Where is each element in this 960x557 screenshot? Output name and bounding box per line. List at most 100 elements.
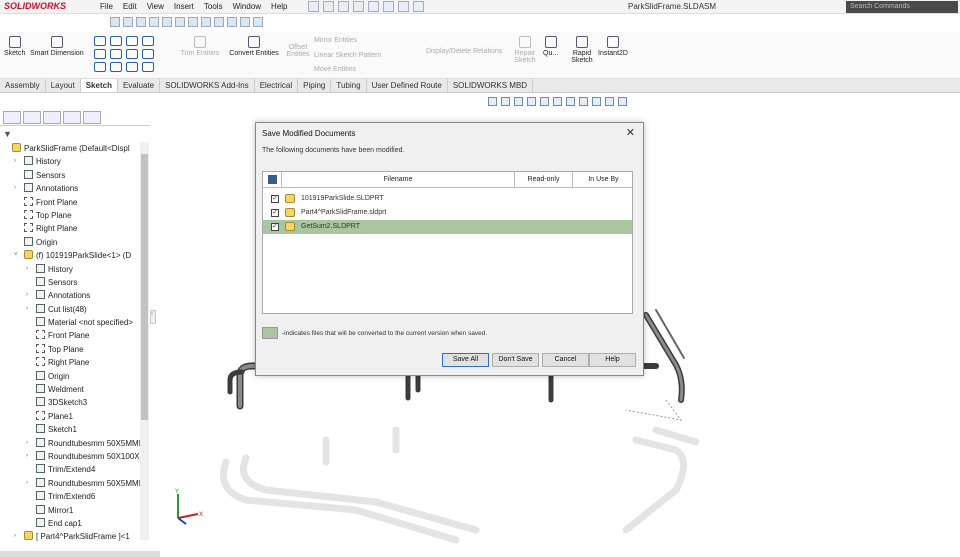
quick-snaps-button[interactable]: Qu... xyxy=(543,36,558,57)
property-manager-tab-icon[interactable] xyxy=(23,111,41,124)
tab-evaluate[interactable]: Evaluate xyxy=(118,79,161,92)
tree-item[interactable]: Sensors xyxy=(0,169,140,182)
expand-icon[interactable]: › xyxy=(14,530,20,542)
pan-icon[interactable] xyxy=(123,17,133,27)
rapid-sketch-button[interactable]: Rapid Sketch xyxy=(570,36,594,64)
section-icon[interactable] xyxy=(149,17,159,27)
tree-scrollbar[interactable] xyxy=(140,142,149,540)
move-entities-button[interactable]: Move Entities xyxy=(314,66,356,73)
expand-icon[interactable]: › xyxy=(26,303,32,316)
column-filename[interactable]: Filename xyxy=(282,172,515,188)
expand-icon[interactable]: › xyxy=(26,289,32,302)
sketch-button[interactable]: Sketch xyxy=(4,36,25,57)
tree-item[interactable]: › Roundtubesmm 50X100X5 xyxy=(0,450,140,463)
display-style-icon[interactable] xyxy=(566,97,575,106)
text-icon[interactable] xyxy=(126,62,138,72)
save-icon[interactable] xyxy=(338,1,349,12)
view-icon[interactable] xyxy=(136,17,146,27)
expand-icon[interactable]: › xyxy=(14,182,20,195)
search-commands-input[interactable]: Search Commands xyxy=(846,1,958,13)
circle-icon[interactable] xyxy=(110,36,122,46)
tab-electrical[interactable]: Electrical xyxy=(255,79,299,92)
tree-item[interactable]: Top Plane xyxy=(0,343,140,356)
convert-entities-button[interactable]: Convert Entities xyxy=(226,36,282,57)
tree-item[interactable]: › Roundtubesmm 50X5MMR xyxy=(0,477,140,490)
tree-item[interactable]: ˅ (f) 101919ParkSlide<1> (D xyxy=(0,249,140,262)
menu-insert[interactable]: Insert xyxy=(174,2,194,11)
tree-item[interactable]: › Cut list(48) xyxy=(0,303,140,316)
tree-item[interactable]: Trim/Extend4 xyxy=(0,463,140,476)
options-icon[interactable] xyxy=(413,1,424,12)
expand-icon[interactable]: ˅ xyxy=(14,249,20,262)
repair-sketch-button[interactable]: Repair Sketch xyxy=(512,36,538,64)
expand-icon[interactable]: › xyxy=(26,263,32,276)
column-in-use-by[interactable]: In Use By xyxy=(573,172,634,188)
document-row[interactable]: ✓ 101919ParkSlide.SLDPRT xyxy=(263,192,632,206)
zoom-to-fit-icon[interactable] xyxy=(488,97,497,106)
instant2d-button[interactable]: Instant2D xyxy=(598,36,628,57)
fillet-icon[interactable] xyxy=(94,62,106,72)
tree-item[interactable]: Sensors xyxy=(0,276,140,289)
display-icon[interactable] xyxy=(162,17,172,27)
previous-view-icon[interactable] xyxy=(514,97,523,106)
select-icon[interactable] xyxy=(383,1,394,12)
tree-item[interactable]: Plane1 xyxy=(0,410,140,423)
tree-item[interactable]: Material <not specified> xyxy=(0,316,140,329)
tab-assembly[interactable]: Assembly xyxy=(0,79,46,92)
section-view-icon[interactable] xyxy=(527,97,536,106)
grid-icon[interactable] xyxy=(201,17,211,27)
spline-icon[interactable] xyxy=(126,36,138,46)
bottom-tabs[interactable] xyxy=(0,551,160,557)
tree-item[interactable]: › History xyxy=(0,263,140,276)
tree-item[interactable]: Right Plane xyxy=(0,356,140,369)
dont-save-button[interactable]: Don't Save xyxy=(492,353,539,367)
undo-icon[interactable] xyxy=(368,1,379,12)
tree-item[interactable]: › Roundtubesmm 50X5MMR xyxy=(0,437,140,450)
tree-item[interactable]: Front Plane xyxy=(0,196,140,209)
display-manager-tab-icon[interactable] xyxy=(83,111,101,124)
tree-item[interactable]: Sketch1 xyxy=(0,423,140,436)
edit-appearance-icon[interactable] xyxy=(592,97,601,106)
tab-piping[interactable]: Piping xyxy=(298,79,332,92)
lights-icon[interactable] xyxy=(227,17,237,27)
tree-item[interactable]: Top Plane xyxy=(0,209,140,222)
filter-icon[interactable]: ▼ xyxy=(3,129,12,139)
document-row[interactable]: ✓ GetSum2.SLDPRT xyxy=(263,220,632,234)
slot-icon[interactable] xyxy=(110,49,122,59)
expand-icon[interactable]: › xyxy=(26,477,32,490)
measure-icon[interactable] xyxy=(188,17,198,27)
view-settings-icon[interactable] xyxy=(618,97,627,106)
menu-view[interactable]: View xyxy=(147,2,164,11)
ellipse-icon[interactable] xyxy=(142,49,154,59)
arc-icon[interactable] xyxy=(142,36,154,46)
trim-entities-button[interactable]: Trim Entities xyxy=(178,36,222,57)
menu-file[interactable]: File xyxy=(100,2,113,11)
tree-item[interactable]: 3DSketch3 xyxy=(0,396,140,409)
print-icon[interactable] xyxy=(353,1,364,12)
dynamic-annotation-icon[interactable] xyxy=(540,97,549,106)
mirror-entities-button[interactable]: Mirror Entities xyxy=(314,37,357,44)
cancel-button[interactable]: Cancel xyxy=(542,353,589,367)
tree-item[interactable]: Origin xyxy=(0,370,140,383)
tree-item[interactable]: › History xyxy=(0,155,140,168)
tab-layout[interactable]: Layout xyxy=(46,79,81,92)
column-read-only[interactable]: Read-only xyxy=(515,172,573,188)
save-all-button[interactable]: Save All xyxy=(442,353,489,367)
tree-item[interactable]: End cap1 xyxy=(0,517,140,530)
plane-icon[interactable] xyxy=(142,62,154,72)
menu-window[interactable]: Window xyxy=(233,2,261,11)
tab-sketch[interactable]: Sketch xyxy=(80,79,118,92)
tree-item[interactable]: Mirror1 xyxy=(0,504,140,517)
expand-icon[interactable]: › xyxy=(26,437,32,450)
tree-item[interactable]: Weldment xyxy=(0,383,140,396)
save-checkbox[interactable]: ✓ xyxy=(271,195,279,203)
tree-item[interactable]: › Annotations xyxy=(0,182,140,195)
tree-scrollbar-thumb[interactable] xyxy=(141,154,148,420)
tree-item[interactable]: ParkSlidFrame (Default<Displ xyxy=(0,142,140,155)
line-icon[interactable] xyxy=(94,36,106,46)
tree-item[interactable]: Right Plane xyxy=(0,222,140,235)
save-checkbox[interactable]: ✓ xyxy=(271,209,279,217)
new-icon[interactable] xyxy=(308,1,319,12)
appearance-icon[interactable] xyxy=(240,17,250,27)
rebuild-icon[interactable] xyxy=(398,1,409,12)
